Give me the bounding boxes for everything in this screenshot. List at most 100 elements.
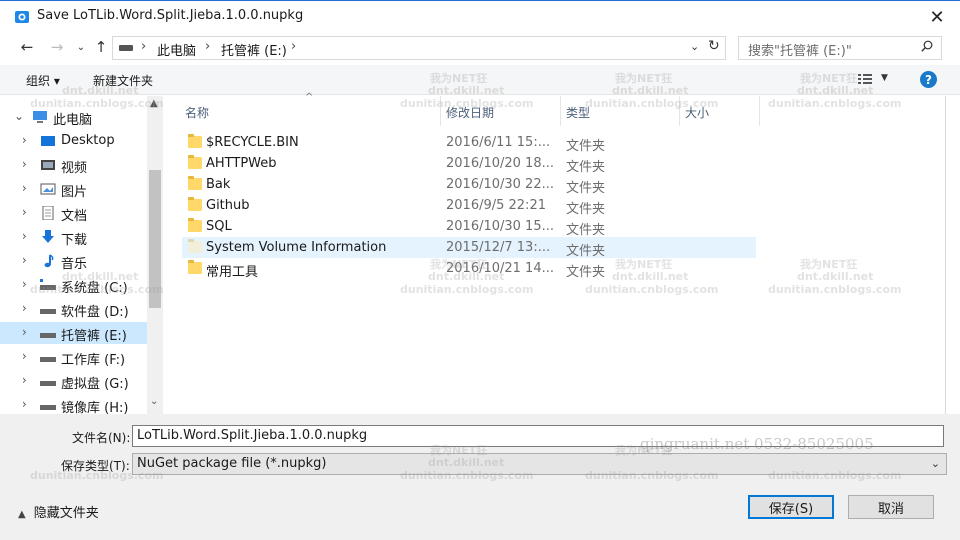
address-dropdown-icon[interactable]: ⌄ [690,40,699,53]
save-button[interactable]: 保存(S) [748,495,834,519]
file-row[interactable]: AHTTPWeb 2016/10/20 18... 文件夹 [182,153,756,175]
desktop-icon [41,136,55,146]
music-icon [44,254,54,268]
refresh-icon[interactable]: ↻ [708,38,720,54]
search-icon[interactable] [921,40,933,52]
file-row[interactable]: Github 2016/9/5 22:21 文件夹 [182,195,756,217]
file-row[interactable]: SQL 2016/10/30 15... 文件夹 [182,216,756,238]
column-divider[interactable] [679,96,680,126]
collapsed-chevron-icon[interactable]: › [22,181,27,195]
collapsed-chevron-icon[interactable]: › [22,373,27,387]
chevron-down-icon: ⌄ [930,457,940,470]
column-header-modified[interactable]: 修改日期 [446,104,494,121]
new-folder-button[interactable]: 新建文件夹 [93,72,153,89]
help-icon[interactable]: ? [920,71,937,88]
collapsed-chevron-icon[interactable]: › [22,157,27,171]
column-header-type[interactable]: 类型 [566,104,590,121]
scroll-up-icon[interactable]: ▲ [150,98,158,109]
file-row[interactable]: $RECYCLE.BIN 2016/6/11 15:... 文件夹 [182,132,756,154]
file-name: $RECYCLE.BIN [206,135,299,150]
up-arrow-icon[interactable]: ↑ [90,37,112,57]
file-list: ^ 名称 修改日期 类型 大小 $RECYCLE.BIN 2016/6/11 1… [164,92,960,414]
sidebar-item-label: 音乐 [61,257,88,272]
file-modified: 2016/6/11 15:... [446,135,551,150]
sidebar-item-label: 虚拟盘 (G:) [61,377,129,392]
collapsed-chevron-icon[interactable]: › [22,349,27,363]
close-icon[interactable]: ✕ [922,5,952,29]
sidebar-item-drive-c[interactable]: › 系统盘 (C:) [0,274,148,296]
folder-icon [188,218,202,232]
file-name: System Volume Information [206,240,387,255]
organize-menu[interactable]: 组织 ▾ [26,72,60,89]
sidebar-item-drive-g[interactable]: › 虚拟盘 (G:) [0,370,148,392]
expanded-chevron-icon[interactable]: ⌄ [14,109,24,123]
file-row[interactable]: 常用工具 2016/10/21 14... 文件夹 [182,258,756,280]
video-icon [41,160,55,170]
documents-icon [42,206,54,220]
sidebar-item-drive-e[interactable]: › 托管裤 (E:) [0,322,148,344]
sidebar-item-label: 下载 [61,233,88,248]
view-options-icon[interactable] [858,74,872,84]
filetype-select[interactable]: NuGet package file (*.nupkg) ⌄ [132,453,947,475]
hide-folders-toggle[interactable]: ▲ 隐藏文件夹 [18,502,99,521]
sidebar-item-videos[interactable]: › 视频 [0,154,148,176]
sidebar-item-label: 托管裤 (E:) [61,329,127,344]
collapsed-chevron-icon[interactable]: › [22,277,27,291]
filename-value: LoTLib.Word.Split.Jieba.1.0.0.nupkg [137,428,368,443]
collapsed-chevron-icon[interactable]: › [22,229,27,243]
back-arrow-icon[interactable]: ← [16,37,38,57]
file-row[interactable]: Bak 2016/10/30 22... 文件夹 [182,174,756,196]
file-row[interactable]: System Volume Information 2015/12/7 13:.… [182,237,756,259]
sidebar-item-downloads[interactable]: › 下载 [0,226,148,248]
filetype-value: NuGet package file (*.nupkg) [137,456,327,471]
window-title: Save LoTLib.Word.Split.Jieba.1.0.0.nupkg [37,8,304,23]
column-header-name[interactable]: 名称 [185,104,209,121]
collapsed-chevron-icon[interactable]: › [22,133,27,147]
forward-arrow-icon[interactable]: → [46,37,68,57]
view-dropdown-icon[interactable]: ▼ [881,73,888,83]
sidebar-item-drive-f[interactable]: › 工作库 (F:) [0,346,148,368]
file-name: Bak [206,177,231,192]
breadcrumb-separator-icon: › [141,39,147,54]
sidebar-item-desktop[interactable]: › Desktop [0,130,148,152]
file-name: SQL [206,219,232,234]
breadcrumb-this-pc[interactable]: 此电脑 [157,40,196,59]
file-type: 文件夹 [566,139,606,154]
search-placeholder: 搜索"托管裤 (E:)" [748,44,852,59]
breadcrumb-drive-e[interactable]: 托管裤 (E:) [221,40,287,59]
folder-icon [188,155,202,169]
scroll-down-icon[interactable]: ⌄ [150,396,158,407]
computer-icon [33,111,47,123]
recent-locations-chevron-icon[interactable]: ⌄ [70,37,92,57]
sidebar-item-pictures[interactable]: › 图片 [0,178,148,200]
search-input[interactable]: 搜索"托管裤 (E:)" [738,36,942,60]
sidebar-item-documents[interactable]: › 文档 [0,202,148,224]
column-divider[interactable] [759,96,760,126]
filename-label: 文件名(N): [72,431,131,445]
file-type: 文件夹 [566,160,606,175]
column-divider[interactable] [560,96,561,126]
address-bar[interactable]: › 此电脑 › 托管裤 (E:) › ⌄ ↻ [112,36,726,60]
pictures-icon [40,183,56,195]
file-modified: 2016/10/30 22... [446,177,554,192]
sidebar-item-label: Desktop [61,133,115,148]
file-modified: 2016/10/30 15... [446,219,554,234]
scrollbar-thumb[interactable] [149,170,161,308]
filename-input[interactable]: LoTLib.Word.Split.Jieba.1.0.0.nupkg [132,425,944,447]
sidebar-item-label: 文档 [61,209,88,224]
sidebar-item-this-pc[interactable]: ⌄ 此电脑 [0,106,148,128]
collapsed-chevron-icon[interactable]: › [22,397,27,411]
column-divider[interactable] [440,96,441,126]
collapsed-chevron-icon[interactable]: › [22,301,27,315]
sidebar-item-music[interactable]: › 音乐 [0,250,148,272]
collapsed-chevron-icon[interactable]: › [22,205,27,219]
cancel-button[interactable]: 取消 [848,495,934,519]
folder-icon [188,197,202,211]
column-header-size[interactable]: 大小 [685,104,709,121]
sidebar-item-drive-d[interactable]: › 软件盘 (D:) [0,298,148,320]
navigation-scrollbar[interactable]: ▲ ⌄ [147,96,163,414]
collapsed-chevron-icon[interactable]: › [22,253,27,267]
sidebar-item-drive-h[interactable]: › 镜像库 (H:) [0,394,148,414]
collapsed-chevron-icon[interactable]: › [22,325,27,339]
command-bar: 组织 ▾ 新建文件夹 ▼ ? [0,65,960,95]
